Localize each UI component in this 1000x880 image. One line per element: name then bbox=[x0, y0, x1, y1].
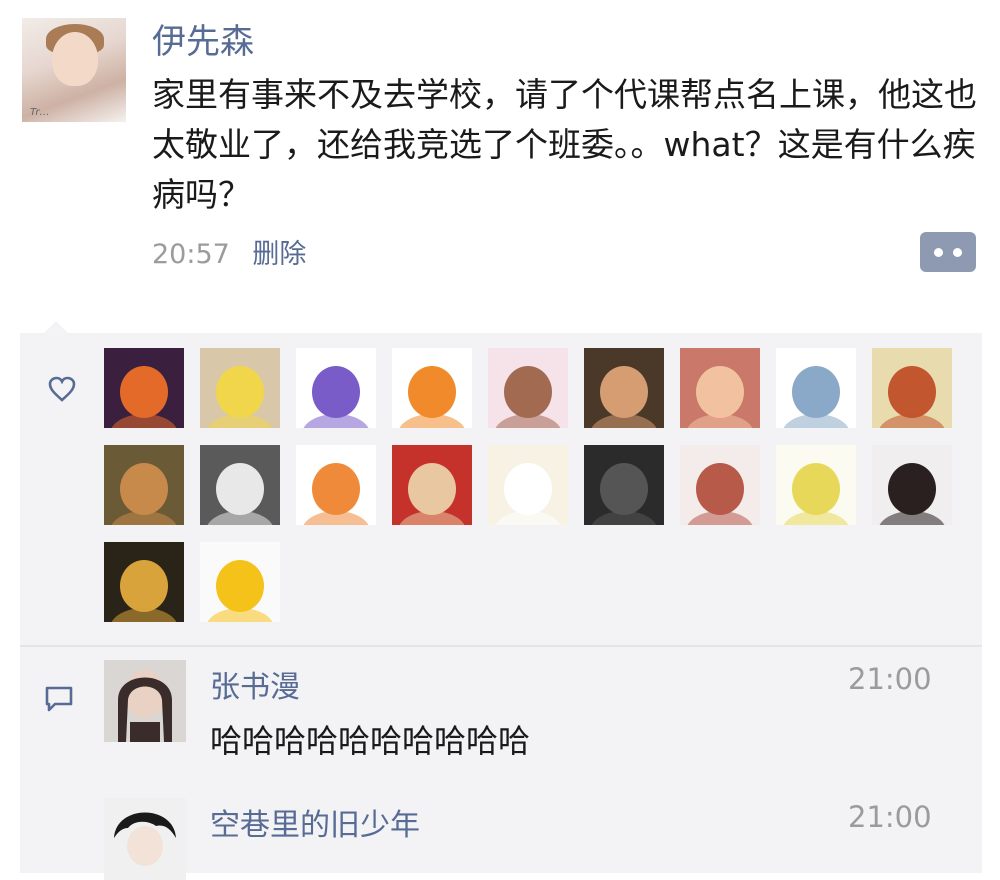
post-text: 家里有事来不及去学校，请了个代课帮点名上课，他这也太敬业了，还给我竞选了个班委。… bbox=[152, 75, 977, 214]
commenter-name[interactable]: 张书漫 bbox=[210, 662, 300, 706]
smiling-woman-avatar[interactable] bbox=[584, 348, 664, 428]
forest-girl-avatar[interactable] bbox=[104, 445, 184, 525]
orange-hair-anime-avatar[interactable] bbox=[296, 445, 376, 525]
cat-santa-avatar[interactable] bbox=[392, 445, 472, 525]
comment-icon bbox=[45, 686, 73, 712]
bunny-avatar[interactable] bbox=[488, 445, 568, 525]
helmet-meme-avatar[interactable] bbox=[200, 542, 280, 622]
anime-girl-avatar[interactable] bbox=[488, 348, 568, 428]
mango-avatar[interactable] bbox=[104, 542, 184, 622]
white-bear-avatar[interactable] bbox=[776, 445, 856, 525]
pikachu-avatar[interactable] bbox=[200, 348, 280, 428]
fox-avatar[interactable] bbox=[392, 348, 472, 428]
dark-figure-avatar[interactable] bbox=[584, 445, 664, 525]
post-time: 20:57 bbox=[152, 239, 230, 270]
delete-link[interactable]: 删除 bbox=[252, 239, 306, 270]
commenter-name[interactable]: 空巷里的旧少年 bbox=[210, 800, 420, 844]
long-hair-girl-avatar[interactable] bbox=[872, 445, 952, 525]
comment-time: 21:00 bbox=[848, 800, 932, 834]
galaxy-avatar[interactable] bbox=[104, 348, 184, 428]
author-name[interactable]: 伊先森 bbox=[152, 14, 254, 63]
walking-man-avatar[interactable] bbox=[680, 445, 760, 525]
white-dog-avatar[interactable] bbox=[200, 445, 280, 525]
avatar-signature: Tr… bbox=[30, 107, 50, 118]
hat-girl-avatar[interactable] bbox=[680, 348, 760, 428]
comment-avatar[interactable] bbox=[104, 660, 186, 742]
likes-divider bbox=[20, 645, 982, 647]
mini-figure-avatar[interactable] bbox=[776, 348, 856, 428]
panel-arrow bbox=[44, 321, 68, 333]
more-options-icon[interactable] bbox=[920, 232, 976, 272]
bench-scene-avatar[interactable] bbox=[872, 348, 952, 428]
comment-time: 21:00 bbox=[848, 662, 932, 696]
comment-text: 哈哈哈哈哈哈哈哈哈哈 bbox=[210, 722, 531, 760]
post-meta: 20:57 删除 bbox=[152, 232, 306, 271]
author-avatar[interactable]: Tr… bbox=[22, 18, 126, 122]
heart-icon bbox=[48, 376, 76, 402]
swirl-avatar[interactable] bbox=[296, 348, 376, 428]
comment-avatar[interactable] bbox=[104, 798, 186, 880]
